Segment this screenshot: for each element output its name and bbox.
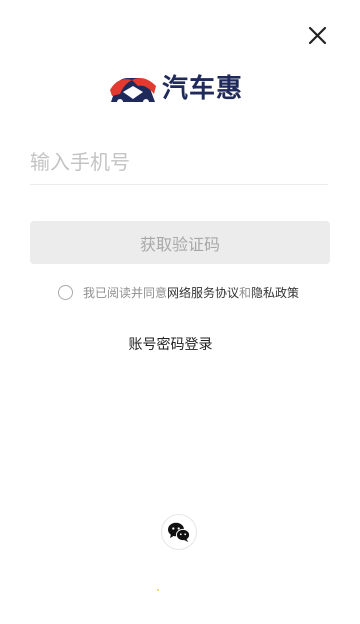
status-bar-left: [30, 0, 100, 4]
agreement-text: 我已阅读并同意网络服务协议和隐私政策: [83, 285, 299, 302]
car-logo-icon: [110, 78, 156, 105]
app-logo: 汽车惠: [108, 68, 258, 110]
decorative-dot: [157, 589, 159, 591]
agree-checkbox[interactable]: [58, 285, 73, 300]
service-agreement-link[interactable]: 网络服务协议: [167, 286, 239, 300]
privacy-policy-link[interactable]: 隐私政策: [251, 286, 299, 300]
wechat-icon: [168, 522, 191, 542]
close-icon: [308, 26, 327, 45]
wechat-login-button[interactable]: [161, 514, 197, 550]
agreement-row: 我已阅读并同意网络服务协议和隐私政策: [58, 284, 328, 304]
brand-name: 汽车惠: [162, 74, 244, 104]
agreement-prefix: 我已阅读并同意: [83, 286, 168, 300]
phone-input[interactable]: [30, 140, 328, 185]
status-bar: [0, 0, 360, 6]
password-login-link[interactable]: 账号密码登录: [0, 334, 341, 354]
agreement-conjunction: 和: [239, 286, 252, 300]
status-bar-right: [316, 0, 346, 2]
get-code-button[interactable]: 获取验证码: [30, 221, 330, 264]
close-button[interactable]: [303, 21, 333, 51]
